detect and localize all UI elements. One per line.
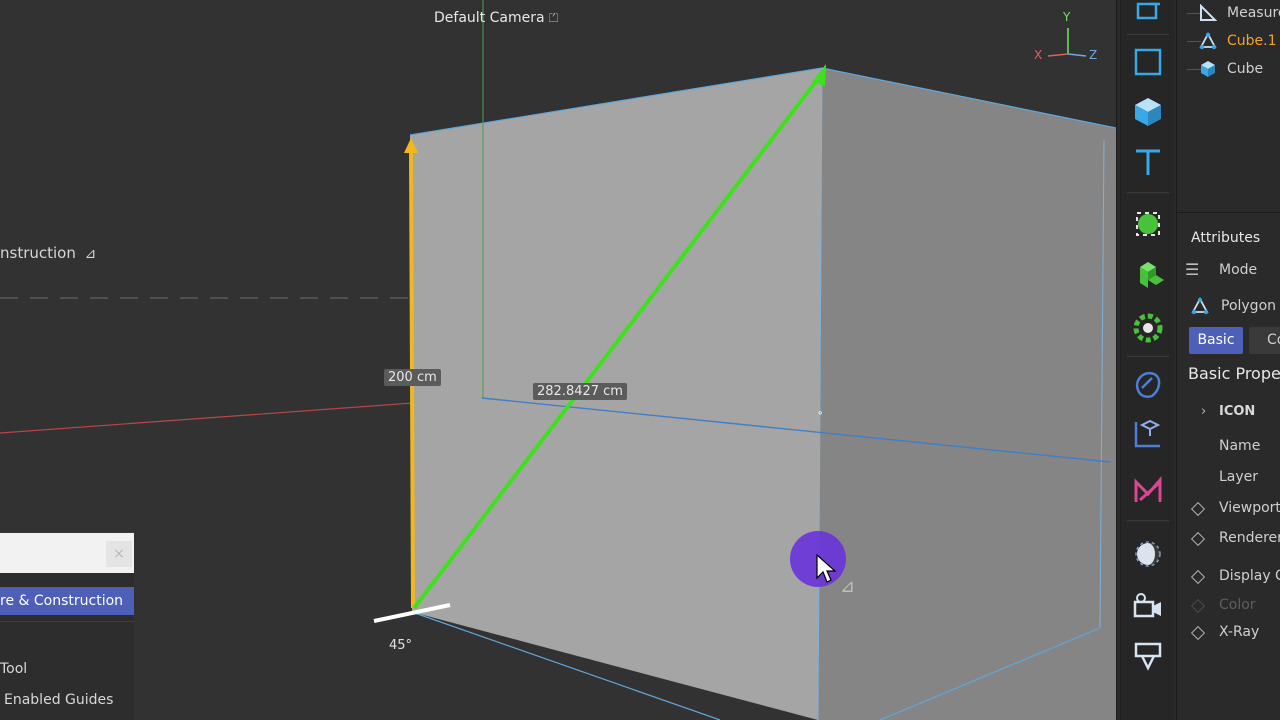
text-icon xyxy=(1136,149,1160,175)
object-type-label: Polygon xyxy=(1221,298,1277,314)
object-type-row: Polygon xyxy=(1177,294,1280,318)
symmetry-button[interactable] xyxy=(1121,410,1175,458)
object-name: Measure xyxy=(1227,5,1280,21)
camera-button[interactable] xyxy=(1121,582,1175,630)
export-button[interactable] xyxy=(1121,0,1175,34)
field-renderer: Renderer xyxy=(1219,530,1280,546)
measure-vertical-label: 200 cm xyxy=(384,369,441,386)
object-toolbar xyxy=(1120,0,1175,720)
object-row-cube[interactable]: Cube xyxy=(1177,56,1280,82)
field-color: Color xyxy=(1219,597,1256,613)
render-output-icon xyxy=(1134,642,1162,671)
tool-hint: nstruction ⊿ xyxy=(0,244,96,262)
angle-label: 45° xyxy=(389,638,413,653)
cube-icon xyxy=(1201,61,1215,77)
measure-icon xyxy=(1200,4,1217,21)
field-layer: Layer xyxy=(1219,469,1259,485)
tab-coord[interactable]: Co xyxy=(1249,327,1280,354)
keyframe-diamond-icon[interactable] xyxy=(1190,501,1206,517)
modeling-button[interactable] xyxy=(1121,200,1175,248)
mode-menu[interactable]: ☰ Mode xyxy=(1177,258,1280,282)
popup-close-button[interactable]: × xyxy=(106,541,132,567)
axis-x-label: X xyxy=(1034,48,1043,62)
field-display-color: Display C xyxy=(1219,568,1280,584)
toolbar-separator xyxy=(1127,520,1169,521)
light-button[interactable] xyxy=(1121,530,1175,578)
toolbar-separator xyxy=(1127,34,1169,35)
measure-diagonal-label: 282.8427 cm xyxy=(533,383,627,400)
object-row-measure[interactable]: Measure xyxy=(1177,0,1280,26)
camera-link-icon: ⏍ xyxy=(549,11,559,25)
ruler-triangle-icon: ⊿ xyxy=(84,246,97,262)
chevron-right-icon: › xyxy=(1201,404,1207,419)
field-button[interactable] xyxy=(1121,360,1175,408)
polygon-object-icon xyxy=(1199,32,1217,50)
deformer-icon xyxy=(1133,313,1163,343)
field-icon xyxy=(1135,371,1161,398)
object-symmetry-icon xyxy=(1134,419,1161,448)
axis-z-label: Z xyxy=(1089,48,1098,62)
axis-y-label: Y xyxy=(1063,10,1071,24)
rectangle-tool-button[interactable] xyxy=(1121,38,1175,86)
camera-icon xyxy=(1133,593,1161,618)
measure-cursor-icon: ⊿ xyxy=(840,576,856,597)
spline-pen-icon xyxy=(1134,475,1162,502)
render-output-button[interactable] xyxy=(1121,632,1175,680)
cube-right-face xyxy=(818,68,1116,720)
field-viewport: Viewport xyxy=(1219,500,1280,516)
keyframe-diamond-icon[interactable] xyxy=(1190,625,1206,641)
viewport-scene: ∘ xyxy=(0,0,1116,720)
text-tool-button[interactable] xyxy=(1121,138,1175,186)
popup-divider xyxy=(0,621,134,622)
toolbar-separator xyxy=(1127,192,1169,193)
cube-icon xyxy=(1135,98,1161,126)
cube-tool-button[interactable] xyxy=(1121,88,1175,136)
spline-pen-button[interactable] xyxy=(1121,466,1175,514)
right-panel: Measure Cube.1 Cube Attributes ☰ Mode Po… xyxy=(1176,0,1280,720)
mode-label: Mode xyxy=(1219,262,1258,278)
polygon-object-icon xyxy=(1191,297,1209,315)
icon-group-label: ICON xyxy=(1219,404,1256,419)
3d-viewport[interactable]: ∘ Default Camera ⏍ nstruction ⊿ 200 cm 2… xyxy=(0,0,1117,720)
field-name: Name xyxy=(1219,438,1261,454)
popup-item-tool[interactable]: Tool xyxy=(0,657,134,681)
axis-gizmo xyxy=(1047,28,1087,57)
icon-group[interactable]: › ICON xyxy=(1177,402,1280,422)
command-popup: × re & Construction Tool Enabled Guides xyxy=(0,532,134,720)
export-icon xyxy=(1136,2,1160,20)
rectangle-icon xyxy=(1134,48,1162,76)
keyframe-diamond-icon[interactable] xyxy=(1190,569,1206,585)
object-name: Cube xyxy=(1227,61,1264,77)
mograph-cloner-icon xyxy=(1140,262,1164,288)
deformer-button[interactable] xyxy=(1121,304,1175,352)
object-manager: Measure Cube.1 Cube xyxy=(1177,0,1280,213)
attributes-tab[interactable]: Attributes xyxy=(1177,224,1280,252)
camera-label[interactable]: Default Camera ⏍ xyxy=(434,10,558,26)
mouse-cursor-icon xyxy=(816,554,836,583)
section-title: Basic Proper xyxy=(1188,364,1280,383)
popup-item-enabled-guides[interactable]: Enabled Guides xyxy=(0,688,134,712)
x-axis-line xyxy=(0,397,483,434)
keyframe-diamond-icon[interactable] xyxy=(1190,531,1206,547)
cloner-button[interactable] xyxy=(1121,252,1175,300)
svg-text:∘: ∘ xyxy=(817,408,823,419)
camera-label-text: Default Camera xyxy=(434,10,545,26)
toolbar-separator xyxy=(1127,356,1169,357)
object-row-cube-1[interactable]: Cube.1 xyxy=(1177,28,1280,54)
tab-basic[interactable]: Basic xyxy=(1189,327,1243,354)
tool-hint-text: nstruction xyxy=(0,244,76,262)
modeling-icon xyxy=(1136,212,1160,236)
field-xray: X-Ray xyxy=(1219,624,1260,640)
light-icon xyxy=(1135,541,1161,567)
object-name: Cube.1 xyxy=(1227,33,1277,49)
popup-selected-item[interactable]: re & Construction xyxy=(0,587,134,615)
hamburger-icon: ☰ xyxy=(1185,260,1200,279)
keyframe-diamond-icon xyxy=(1190,598,1206,614)
